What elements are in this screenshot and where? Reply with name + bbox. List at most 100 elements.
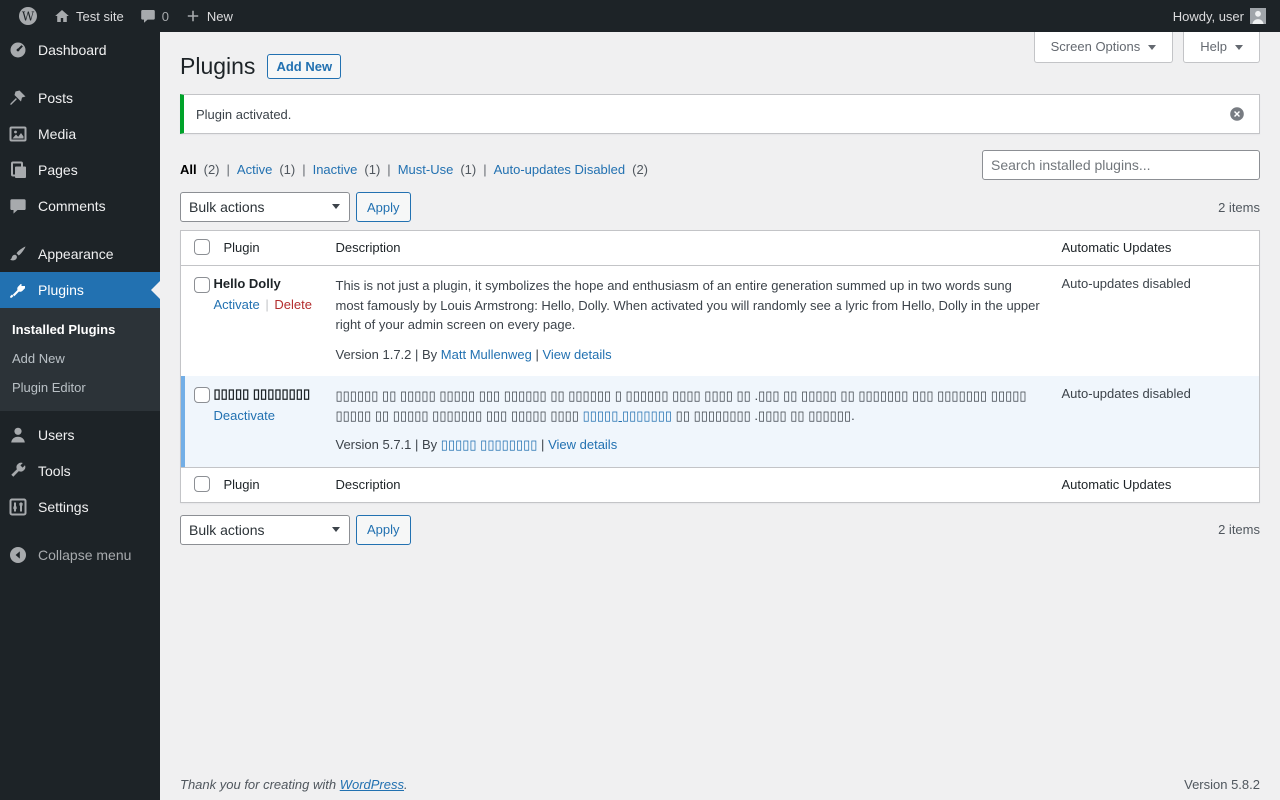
author-link[interactable]: ▯▯▯▯▯ ▯▯▯▯▯▯▯▯: [441, 437, 538, 452]
select-all-checkbox[interactable]: [194, 239, 210, 255]
wordpress-link[interactable]: WordPress: [340, 777, 404, 792]
sidebar-item-tools[interactable]: Tools: [0, 453, 160, 489]
plugin-description: ▯▯▯▯▯▯ ▯▯ ▯▯▯▯▯ ▯▯▯▯▯ ▯▯▯ ▯▯▯▯▯▯ ▯▯ ▯▯▯▯…: [335, 388, 1027, 423]
chevron-down-icon: [1235, 45, 1243, 50]
deactivate-link[interactable]: Deactivate: [214, 408, 275, 423]
filter-active[interactable]: Active: [237, 162, 272, 177]
sidebar-menu: Dashboard Posts Media Pages Comments App…: [0, 32, 160, 800]
activate-link[interactable]: Activate: [214, 297, 260, 312]
sidebar-item-label: Appearance: [38, 246, 114, 262]
pages-icon: [8, 160, 28, 180]
screen-options-label: Screen Options: [1050, 39, 1141, 54]
avatar: [1250, 8, 1266, 24]
submenu-installed-plugins[interactable]: Installed Plugins: [0, 315, 160, 344]
sidebar-item-settings[interactable]: Settings: [0, 489, 160, 525]
sidebar-item-pages[interactable]: Pages: [0, 152, 160, 188]
site-name-link[interactable]: Test site: [46, 0, 132, 32]
add-new-button[interactable]: Add New: [267, 54, 342, 79]
sidebar-item-users[interactable]: Users: [0, 417, 160, 453]
plugin-description: This is not just a plugin, it symbolizes…: [335, 278, 1040, 332]
filter-auto-updates-disabled[interactable]: Auto-updates Disabled: [494, 162, 626, 177]
footer-version: Version 5.8.2: [1184, 777, 1260, 792]
author-link[interactable]: Matt Mullenweg: [441, 347, 532, 362]
sidebar-item-label: Media: [38, 126, 77, 142]
view-details-link[interactable]: View details: [548, 437, 617, 452]
auto-updates-status: Auto-updates disabled: [1061, 276, 1191, 291]
filter-must-use[interactable]: Must-Use: [398, 162, 454, 177]
wrench-icon: [8, 461, 28, 481]
version-by-text: Version 1.7.2 | By: [335, 346, 438, 362]
paintbrush-icon: [8, 244, 28, 264]
active-menu-arrow: [151, 281, 160, 299]
sidebar-item-posts[interactable]: Posts: [0, 80, 160, 116]
search-plugins-input[interactable]: [982, 150, 1260, 180]
sidebar-item-label: Dashboard: [38, 42, 107, 58]
submenu-add-new[interactable]: Add New: [0, 344, 160, 373]
my-account-menu[interactable]: Howdy, user: [1165, 0, 1266, 32]
apply-button[interactable]: Apply: [356, 514, 411, 545]
bulk-actions-select[interactable]: Bulk actions: [180, 192, 350, 222]
wordpress-logo[interactable]: W: [10, 0, 46, 32]
column-header-plugin: Plugin: [213, 466, 326, 502]
users-icon: [8, 425, 28, 445]
main-content: Screen Options Help Plugins Add New Plug…: [160, 32, 1280, 800]
plugin-name: Hello Dolly: [213, 276, 281, 291]
dismiss-notice-button[interactable]: [1227, 104, 1247, 124]
plugin-name: ▯▯▯▯▯ ▯▯▯▯▯▯▯▯: [213, 386, 311, 401]
plugin-status-filters: All (2) | Active (1) | Inactive (1) | Mu…: [180, 161, 649, 177]
svg-text:W: W: [22, 10, 35, 24]
comments-count: 0: [161, 8, 169, 24]
column-header-description: Description: [325, 230, 1052, 266]
howdy-label: Howdy, user: [1172, 8, 1244, 24]
tablenav-top: Bulk actions Apply 2 items: [180, 192, 1260, 222]
dismiss-icon: [1229, 106, 1245, 122]
description-link[interactable]: ▯▯▯▯▯ ▯▯▯▯▯▯▯: [583, 408, 672, 423]
sidebar-item-label: Collapse menu: [38, 547, 132, 563]
plugin-row-active: ▯▯▯▯▯ ▯▯▯▯▯▯▯▯ Deactivate ▯▯▯▯▯▯ ▯▯ ▯▯▯▯…: [180, 376, 1260, 467]
notice-message: Plugin activated.: [196, 106, 292, 122]
sidebar-item-comments[interactable]: Comments: [0, 188, 160, 224]
plugins-table: Plugin Description Automatic Updates Hel…: [180, 230, 1260, 503]
plus-icon: [185, 8, 201, 24]
wordpress-logo-icon: W: [18, 6, 38, 26]
comments-bubble[interactable]: 0: [132, 0, 177, 32]
comments-icon: [8, 196, 28, 216]
collapse-menu-button[interactable]: Collapse menu: [0, 537, 160, 573]
bulk-actions-select[interactable]: Bulk actions: [180, 514, 350, 545]
site-name-label: Test site: [76, 8, 124, 24]
help-label: Help: [1200, 39, 1227, 54]
settings-icon: [8, 497, 28, 517]
submenu-plugin-editor[interactable]: Plugin Editor: [0, 373, 160, 402]
footer-thanks: Thank you for creating with WordPress.: [180, 777, 408, 792]
filter-all[interactable]: All: [180, 162, 197, 177]
page-title: Plugins: [180, 53, 256, 79]
apply-button[interactable]: Apply: [356, 192, 411, 222]
delete-link[interactable]: Delete: [274, 297, 312, 312]
sidebar-item-appearance[interactable]: Appearance: [0, 236, 160, 272]
sidebar-item-label: Users: [38, 427, 75, 443]
sidebar-item-media[interactable]: Media: [0, 116, 160, 152]
select-all-checkbox[interactable]: [194, 475, 210, 492]
tablenav-bottom: Bulk actions Apply 2 items: [180, 514, 1260, 545]
filter-inactive[interactable]: Inactive: [313, 162, 358, 177]
search-box: [982, 150, 1260, 180]
screen-options-button[interactable]: Screen Options: [1033, 32, 1174, 63]
row-checkbox[interactable]: [194, 387, 210, 403]
home-icon: [54, 8, 70, 24]
collapse-icon: [8, 545, 28, 565]
sidebar-item-plugins[interactable]: Plugins: [0, 272, 160, 308]
view-details-link[interactable]: View details: [542, 347, 611, 362]
row-checkbox[interactable]: [194, 277, 210, 293]
plugin-row-hello-dolly: Hello Dolly Activate | Delete This is no…: [181, 266, 1260, 377]
new-content-menu[interactable]: New: [177, 0, 241, 32]
version-by-text: Version 5.7.1 | By: [335, 437, 438, 452]
sidebar-item-label: Plugins: [38, 282, 84, 298]
table-footer-row: Plugin Description Automatic Updates: [180, 466, 1260, 502]
sidebar-item-label: Comments: [38, 198, 106, 214]
help-button[interactable]: Help: [1183, 32, 1260, 63]
admin-bar: W Test site 0 New Howdy, user: [0, 0, 1280, 32]
items-count: 2 items: [1218, 522, 1260, 537]
pushpin-icon: [8, 88, 28, 108]
dashboard-icon: [8, 40, 28, 60]
sidebar-item-dashboard[interactable]: Dashboard: [0, 32, 160, 68]
